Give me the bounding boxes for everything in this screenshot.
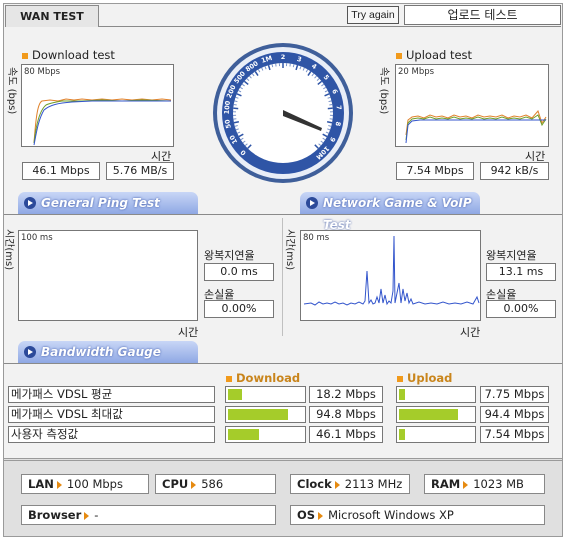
tab-general-ping-test[interactable]: General Ping Test (18, 192, 198, 214)
download-speed-mbs: 5.76 MB/s (106, 162, 174, 180)
game-latency-series (303, 235, 480, 306)
arrow-right-icon (56, 480, 62, 489)
download-series-green (33, 99, 172, 144)
ping-rtt-value: 0.0 ms (204, 263, 274, 281)
download-bar-fill (228, 389, 242, 400)
divider (282, 218, 283, 336)
bullet-icon (396, 52, 402, 59)
upload-bar-fill (399, 429, 405, 440)
bandwidth-download-header: Download (226, 371, 300, 385)
bullet-icon (397, 375, 403, 382)
bandwidth-row-label: 메가패스 VDSL 평균 (8, 386, 215, 403)
tab-network-game-voip-test[interactable]: Network Game & VoIP Test (300, 192, 480, 232)
ping-loss-value: 0.00% (204, 300, 274, 318)
gauge-tick (233, 103, 237, 106)
download-bar-fill (228, 429, 259, 440)
arrow-right-icon (24, 346, 36, 358)
arrow-right-icon (24, 197, 36, 209)
download-bar-fill (228, 409, 288, 420)
upload-series-green (405, 114, 547, 141)
upload-speed-mbps: 7.54 Mbps (396, 162, 474, 180)
clock-info: Clock 2113 MHz (290, 474, 410, 494)
tab-bandwidth-gauge[interactable]: Bandwidth Gauge (18, 341, 198, 363)
os-info: OS Microsoft Windows XP (290, 505, 545, 525)
game-graph: 80 ms (300, 230, 481, 321)
bandwidth-upload-header: Upload (397, 371, 452, 385)
ping-ylabel: 시간(ms) (3, 229, 14, 271)
arrow-right-icon (334, 480, 340, 489)
gauge-tick (271, 64, 274, 68)
cpu-info: CPU 586 (155, 474, 276, 494)
bandwidth-row-label: 메가패스 VDSL 최대값 (8, 406, 215, 423)
gauge-tick (326, 121, 333, 124)
tab-underline (99, 26, 561, 27)
bandwidth-row-label: 사용자 측정값 (8, 426, 215, 443)
upload-bar (396, 386, 476, 403)
game-loss-value: 0.00% (486, 300, 556, 318)
ram-info: RAM 1023 MB (424, 474, 545, 494)
game-chart-svg (303, 235, 480, 306)
browser-info: Browser - (21, 505, 276, 525)
upload-graph: 20 Mbps (395, 64, 549, 147)
upload-bar-value: 7.54 Mbps (480, 426, 549, 443)
upload-bar (396, 426, 476, 443)
game-ylabel: 시간(ms) (284, 229, 295, 271)
ping-rtt-label: 왕복지연율 (204, 249, 255, 262)
upload-bar (396, 406, 476, 423)
divider (4, 363, 562, 364)
upload-bar-fill (399, 389, 405, 400)
upload-series-orange (405, 110, 547, 136)
bullet-icon (226, 375, 232, 382)
arrow-right-icon (318, 511, 324, 520)
download-test-label: Download test (22, 48, 115, 62)
download-bar-value: 46.1 Mbps (309, 426, 383, 443)
arrow-right-icon (84, 511, 90, 520)
arrow-right-icon (191, 480, 197, 489)
ping-graph: 100 ms (18, 230, 198, 321)
upload-bar-value: 7.75 Mbps (480, 386, 549, 403)
ping-xlabel: 시간 (178, 326, 199, 339)
download-bar (225, 406, 306, 423)
upload-test-label: Upload test (396, 48, 472, 62)
gauge-tick (234, 100, 238, 103)
download-bar (225, 426, 306, 443)
gauge-tick (328, 100, 332, 103)
gauge-tick (329, 103, 333, 106)
try-again-button[interactable]: Try again (347, 6, 399, 24)
upload-speed-kbs: 942 kB/s (480, 162, 549, 180)
arrow-right-icon (463, 480, 469, 489)
gauge-tick (292, 64, 295, 68)
game-xlabel: 시간 (460, 326, 481, 339)
gauge-tick (233, 121, 240, 124)
download-chart-svg (33, 98, 172, 146)
upload-series-blue (405, 119, 546, 144)
download-ylabel: 속도 (bps) (6, 67, 17, 115)
gauge-label: 2 (281, 53, 286, 61)
download-bar (225, 386, 306, 403)
download-speed-mbps: 46.1 Mbps (22, 162, 100, 180)
upload-ylabel: 속도 (bps) (378, 67, 389, 115)
ping-scale: 100 ms (21, 233, 53, 243)
download-bar-value: 94.8 Mbps (309, 406, 383, 423)
gauge-label: 7 (335, 105, 343, 110)
bullet-icon (22, 52, 28, 59)
upload-bar-fill (399, 409, 458, 420)
upload-bar-value: 94.4 Mbps (480, 406, 549, 423)
gauge-label: 100 (223, 100, 232, 115)
game-rtt-value: 13.1 ms (486, 263, 556, 281)
divider (4, 214, 562, 215)
download-series-blue (33, 100, 171, 146)
download-bar-value: 18.2 Mbps (309, 386, 383, 403)
test-status-title: 업로드 테스트 (404, 5, 561, 25)
game-rtt-label: 왕복지연율 (486, 249, 537, 262)
lan-info: LAN 100 Mbps (21, 474, 149, 494)
speed-gauge: 01050100200500800 1M 2 345678910M (213, 43, 353, 183)
tab-wan-test[interactable]: WAN TEST (5, 5, 99, 27)
upload-chart-svg (405, 110, 547, 144)
download-graph: 80 Mbps (21, 64, 174, 147)
download-series-orange (33, 98, 172, 144)
arrow-right-icon (306, 197, 318, 209)
